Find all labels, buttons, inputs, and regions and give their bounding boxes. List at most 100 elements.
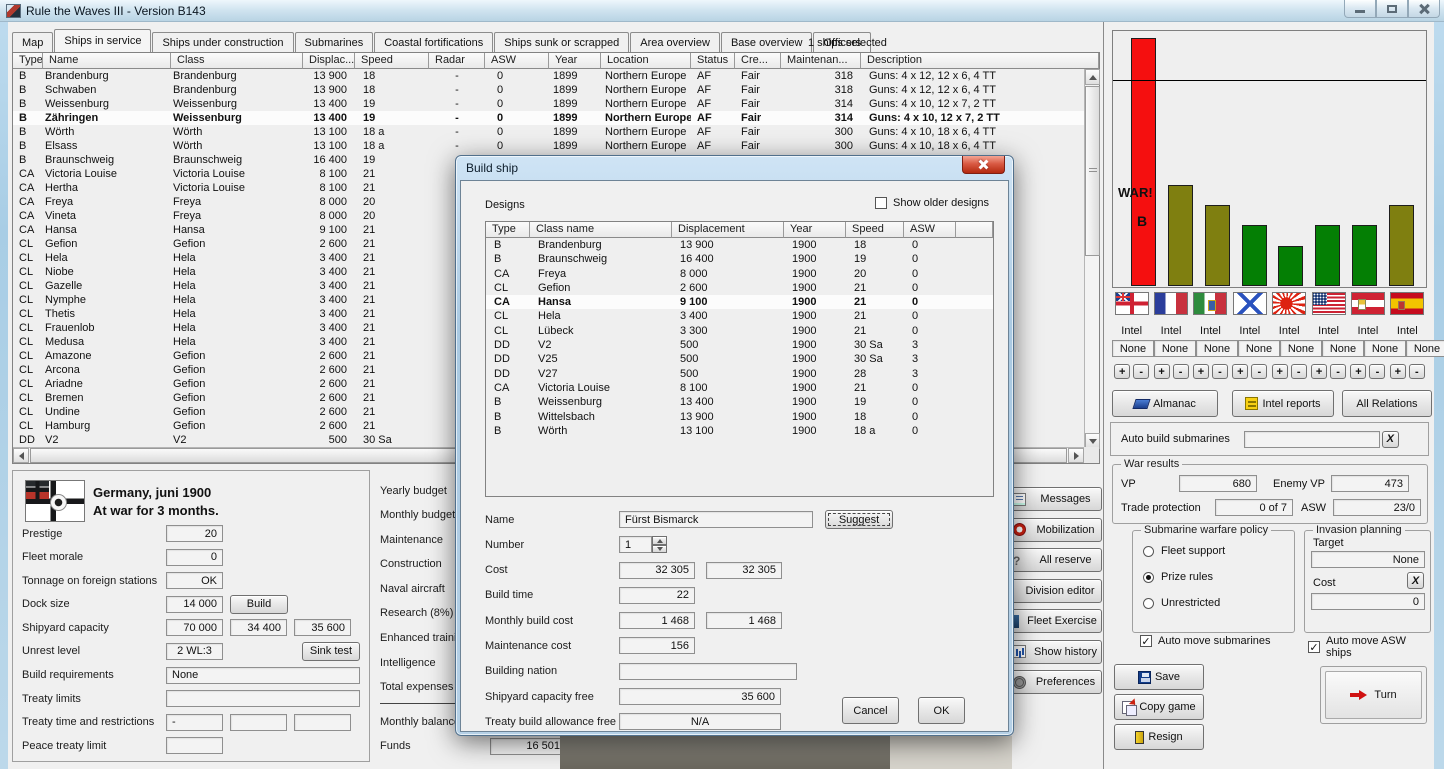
column-header[interactable]: Speed xyxy=(355,53,429,69)
spin-up-button[interactable] xyxy=(652,536,667,545)
relation-minus-button[interactable]: - xyxy=(1173,364,1189,379)
design-column-header[interactable]: Displacement xyxy=(672,222,784,238)
show-older-designs-checkbox[interactable]: Show older designs xyxy=(875,197,989,209)
side-button[interactable]: Fleet Exercise xyxy=(1006,609,1102,633)
invasion-clear-button[interactable] xyxy=(1407,572,1424,589)
resign-button[interactable]: Resign xyxy=(1114,724,1204,750)
number-value[interactable]: 1 xyxy=(619,536,652,553)
design-row[interactable]: CL Gefion 2 600 1900 21 0 xyxy=(486,281,993,295)
almanac-button[interactable]: Almanac xyxy=(1112,390,1218,417)
turn-button[interactable]: Turn xyxy=(1320,666,1427,724)
minimize-button[interactable] xyxy=(1344,0,1376,18)
ok-button[interactable]: OK xyxy=(918,697,965,724)
all-relations-button[interactable]: All Relations xyxy=(1342,390,1432,417)
scroll-right-button[interactable] xyxy=(1068,448,1084,463)
relation-minus-button[interactable]: - xyxy=(1291,364,1307,379)
design-row[interactable]: DD V25 500 1900 30 Sa 3 xyxy=(486,352,993,366)
ship-name-input[interactable]: Fürst Bismarck xyxy=(619,511,813,528)
relation-minus-button[interactable]: - xyxy=(1330,364,1346,379)
auto-move-asw-checkbox[interactable]: Auto move ASW ships xyxy=(1308,635,1434,659)
auto-move-subs-checkbox[interactable]: Auto move submarines xyxy=(1140,635,1271,647)
column-header[interactable]: ASW xyxy=(485,53,549,69)
relation-minus-button[interactable]: - xyxy=(1409,364,1425,379)
tab[interactable]: Submarines xyxy=(295,32,374,52)
table-row[interactable]: B Elsass Wörth 13 100 18 a - 0 1899 Nort… xyxy=(13,139,1084,153)
vertical-scrollbar[interactable] xyxy=(1084,69,1099,449)
relation-plus-button[interactable]: + xyxy=(1114,364,1130,379)
scrollbar-thumb[interactable] xyxy=(1085,86,1100,256)
policy-option[interactable]: Fleet support xyxy=(1143,545,1294,557)
auto-build-clear-button[interactable] xyxy=(1382,431,1399,448)
design-column-header[interactable]: Speed xyxy=(846,222,904,238)
relation-plus-button[interactable]: + xyxy=(1193,364,1209,379)
design-column-header[interactable]: ASW xyxy=(904,222,956,238)
design-row[interactable]: B Braunschweig 16 400 1900 19 0 xyxy=(486,252,993,266)
column-header[interactable]: Description xyxy=(861,53,1099,69)
side-button[interactable]: Mobilization xyxy=(1006,518,1102,542)
design-row[interactable]: B Wörth 13 100 1900 18 a 0 xyxy=(486,424,993,438)
suggest-button[interactable]: Suggest xyxy=(825,510,893,529)
number-stepper[interactable]: 1 xyxy=(619,536,667,553)
design-column-header[interactable]: Year xyxy=(784,222,846,238)
intel-reports-button[interactable]: Intel reports xyxy=(1232,390,1334,417)
design-row[interactable]: CA Hansa 9 100 1900 21 0 xyxy=(486,295,993,309)
save-button[interactable]: Save xyxy=(1114,664,1204,690)
side-button[interactable]: Division editor xyxy=(1006,579,1102,603)
scroll-left-button[interactable] xyxy=(13,448,29,463)
column-header[interactable]: Type xyxy=(13,53,43,69)
relation-plus-button[interactable]: + xyxy=(1272,364,1288,379)
design-column-header[interactable]: Type xyxy=(486,222,530,238)
policy-option[interactable]: Unrestricted xyxy=(1143,597,1294,609)
design-column-header[interactable]: Class name xyxy=(530,222,672,238)
side-button[interactable]: Show history xyxy=(1006,640,1102,664)
column-header[interactable]: Year xyxy=(549,53,601,69)
relation-plus-button[interactable]: + xyxy=(1350,364,1366,379)
table-row[interactable]: B Brandenburg Brandenburg 13 900 18 - 0 … xyxy=(13,69,1084,83)
design-row[interactable]: CA Freya 8 000 1900 20 0 xyxy=(486,267,993,281)
dialog-close-button[interactable] xyxy=(962,156,1005,174)
side-button[interactable]: All reserve xyxy=(1006,548,1102,572)
relation-plus-button[interactable]: + xyxy=(1154,364,1170,379)
design-row[interactable]: CL Lübeck 3 300 1900 21 0 xyxy=(486,324,993,338)
tab[interactable]: Ships sunk or scrapped xyxy=(494,32,629,52)
design-row[interactable]: B Weissenburg 13 400 1900 19 0 xyxy=(486,395,993,409)
build-button[interactable]: Build xyxy=(230,595,288,614)
relation-minus-button[interactable]: - xyxy=(1251,364,1267,379)
column-header[interactable]: Displac... xyxy=(303,53,355,69)
copy-game-button[interactable]: Copy game xyxy=(1114,694,1204,720)
column-header[interactable]: Radar xyxy=(429,53,485,69)
relation-minus-button[interactable]: - xyxy=(1212,364,1228,379)
design-row[interactable]: B Wittelsbach 13 900 1900 18 0 xyxy=(486,410,993,424)
table-row[interactable]: B Weissenburg Weissenburg 13 400 19 - 0 … xyxy=(13,97,1084,111)
side-button[interactable]: Messages xyxy=(1006,487,1102,511)
cancel-button[interactable]: Cancel xyxy=(842,697,899,724)
relation-plus-button[interactable]: + xyxy=(1232,364,1248,379)
maximize-button[interactable] xyxy=(1376,0,1408,18)
tab[interactable]: Map xyxy=(12,32,53,52)
column-header[interactable]: Maintenan... xyxy=(781,53,861,69)
sink-test-button[interactable]: Sink test xyxy=(302,642,360,661)
column-header[interactable]: Name xyxy=(43,53,171,69)
table-row[interactable]: B Schwaben Brandenburg 13 900 18 - 0 189… xyxy=(13,83,1084,97)
tab[interactable]: Ships under construction xyxy=(152,32,293,52)
design-row[interactable]: B Brandenburg 13 900 1900 18 0 xyxy=(486,238,993,252)
tab[interactable]: Ships in service xyxy=(54,29,151,52)
side-button[interactable]: Preferences xyxy=(1006,670,1102,694)
design-row[interactable]: CA Victoria Louise 8 100 1900 21 0 xyxy=(486,381,993,395)
column-header[interactable]: Class xyxy=(171,53,303,69)
design-row[interactable]: CL Hela 3 400 1900 21 0 xyxy=(486,309,993,323)
column-header[interactable]: Location xyxy=(601,53,691,69)
relation-minus-button[interactable]: - xyxy=(1133,364,1149,379)
design-column-header[interactable] xyxy=(956,222,993,238)
spin-down-button[interactable] xyxy=(652,545,667,554)
relation-minus-button[interactable]: - xyxy=(1369,364,1385,379)
relation-plus-button[interactable]: + xyxy=(1311,364,1327,379)
column-header[interactable]: Status xyxy=(691,53,735,69)
close-button[interactable] xyxy=(1408,0,1440,18)
design-row[interactable]: DD V27 500 1900 28 3 xyxy=(486,367,993,381)
column-header[interactable]: Cre... xyxy=(735,53,781,69)
tab[interactable]: Coastal fortifications xyxy=(374,32,493,52)
policy-option[interactable]: Prize rules xyxy=(1143,571,1294,583)
scroll-up-button[interactable] xyxy=(1085,69,1100,85)
table-row[interactable]: B Zähringen Weissenburg 13 400 19 - 0 18… xyxy=(13,111,1084,125)
